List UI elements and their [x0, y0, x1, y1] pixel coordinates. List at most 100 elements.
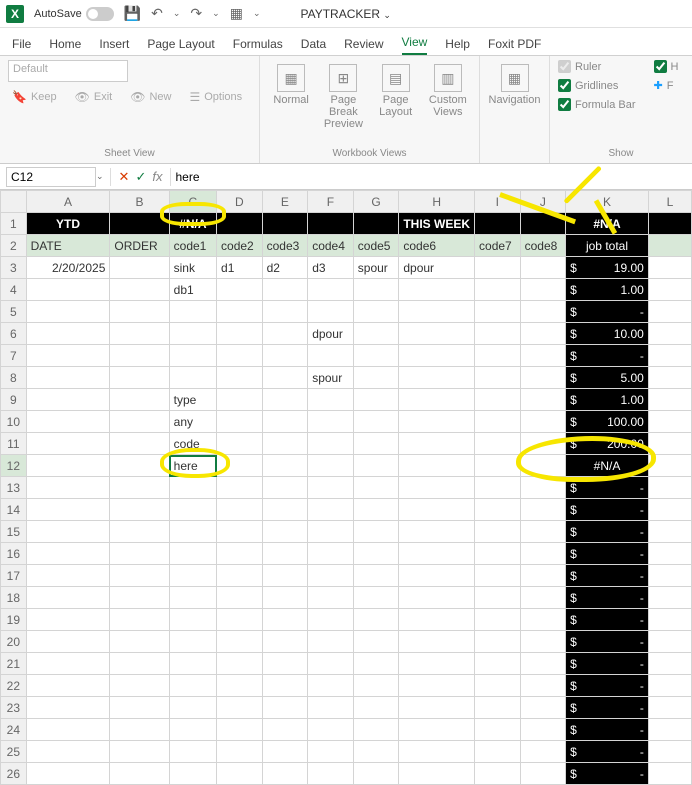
cell-B10[interactable]	[110, 411, 169, 433]
cell-D2[interactable]: code2	[217, 235, 263, 257]
cell-B16[interactable]	[110, 543, 169, 565]
cell-F3[interactable]: d3	[308, 257, 354, 279]
cell-C24[interactable]	[169, 719, 216, 741]
row-header-26[interactable]: 26	[1, 763, 27, 785]
formula-input[interactable]	[171, 167, 692, 187]
options-button[interactable]: ☰Options	[185, 88, 246, 106]
cell-I22[interactable]	[475, 675, 521, 697]
cell-E9[interactable]	[262, 389, 308, 411]
cell-J15[interactable]	[520, 521, 566, 543]
cell-G21[interactable]	[353, 653, 399, 675]
cell-A16[interactable]	[26, 543, 110, 565]
cell-I1[interactable]	[475, 213, 521, 235]
cell-L20[interactable]	[648, 631, 691, 653]
row-header-7[interactable]: 7	[1, 345, 27, 367]
undo-dropdown-icon[interactable]: ⌄	[173, 8, 181, 19]
cell-K7[interactable]: $-	[566, 345, 649, 367]
keep-button[interactable]: 🔖Keep	[8, 88, 61, 106]
cell-E14[interactable]	[262, 499, 308, 521]
col-header-L[interactable]: L	[648, 191, 691, 213]
cell-J13[interactable]	[520, 477, 566, 499]
cell-D16[interactable]	[217, 543, 263, 565]
cell-B20[interactable]	[110, 631, 169, 653]
cell-G15[interactable]	[353, 521, 399, 543]
cell-L19[interactable]	[648, 609, 691, 631]
cell-F26[interactable]	[308, 763, 354, 785]
cell-L5[interactable]	[648, 301, 691, 323]
cell-J3[interactable]	[520, 257, 566, 279]
enter-icon[interactable]: ✓	[135, 169, 146, 185]
cell-F22[interactable]	[308, 675, 354, 697]
cell-K14[interactable]: $-	[566, 499, 649, 521]
cell-D25[interactable]	[217, 741, 263, 763]
cell-G26[interactable]	[353, 763, 399, 785]
tab-insert[interactable]: Insert	[99, 37, 129, 55]
col-header-I[interactable]: I	[475, 191, 521, 213]
cell-C3[interactable]: sink	[169, 257, 216, 279]
cell-J11[interactable]	[520, 433, 566, 455]
cell-J20[interactable]	[520, 631, 566, 653]
cell-B22[interactable]	[110, 675, 169, 697]
cell-K11[interactable]: $200.00	[566, 433, 649, 455]
cell-C11[interactable]: code	[169, 433, 216, 455]
row-header-21[interactable]: 21	[1, 653, 27, 675]
cell-H14[interactable]	[399, 499, 475, 521]
cell-L17[interactable]	[648, 565, 691, 587]
cell-G17[interactable]	[353, 565, 399, 587]
cell-J7[interactable]	[520, 345, 566, 367]
cell-A23[interactable]	[26, 697, 110, 719]
cell-H1[interactable]: THIS WEEK	[399, 213, 475, 235]
cell-F11[interactable]	[308, 433, 354, 455]
cell-C1[interactable]: #N/A	[169, 213, 216, 235]
cell-A8[interactable]	[26, 367, 110, 389]
row-header-1[interactable]: 1	[1, 213, 27, 235]
cell-E6[interactable]	[262, 323, 308, 345]
cell-E12[interactable]	[262, 455, 308, 477]
cell-D6[interactable]	[217, 323, 263, 345]
cell-L12[interactable]	[648, 455, 691, 477]
cell-D17[interactable]	[217, 565, 263, 587]
cell-D4[interactable]	[217, 279, 263, 301]
cell-B19[interactable]	[110, 609, 169, 631]
cell-D15[interactable]	[217, 521, 263, 543]
row-header-24[interactable]: 24	[1, 719, 27, 741]
col-header-B[interactable]: B	[110, 191, 169, 213]
row-header-6[interactable]: 6	[1, 323, 27, 345]
cell-D19[interactable]	[217, 609, 263, 631]
tab-view[interactable]: View	[402, 35, 428, 55]
cell-G22[interactable]	[353, 675, 399, 697]
cell-K18[interactable]: $-	[566, 587, 649, 609]
cell-B23[interactable]	[110, 697, 169, 719]
cell-F10[interactable]	[308, 411, 354, 433]
cell-C14[interactable]	[169, 499, 216, 521]
cell-H10[interactable]	[399, 411, 475, 433]
col-header-J[interactable]: J	[520, 191, 566, 213]
cell-J23[interactable]	[520, 697, 566, 719]
cell-F8[interactable]: spour	[308, 367, 354, 389]
cell-F18[interactable]	[308, 587, 354, 609]
cell-J16[interactable]	[520, 543, 566, 565]
cell-K5[interactable]: $-	[566, 301, 649, 323]
cell-H20[interactable]	[399, 631, 475, 653]
cell-L7[interactable]	[648, 345, 691, 367]
cell-H17[interactable]	[399, 565, 475, 587]
cell-F13[interactable]	[308, 477, 354, 499]
cell-G14[interactable]	[353, 499, 399, 521]
cell-D5[interactable]	[217, 301, 263, 323]
cell-D3[interactable]: d1	[217, 257, 263, 279]
cell-E8[interactable]	[262, 367, 308, 389]
cell-A7[interactable]	[26, 345, 110, 367]
cell-J18[interactable]	[520, 587, 566, 609]
cell-K23[interactable]: $-	[566, 697, 649, 719]
cell-F16[interactable]	[308, 543, 354, 565]
row-header-2[interactable]: 2	[1, 235, 27, 257]
namebox-dropdown-icon[interactable]: ⌄	[96, 171, 110, 182]
page-break-button[interactable]: ⊞Page Break Preview	[320, 60, 366, 130]
cell-G20[interactable]	[353, 631, 399, 653]
cell-I18[interactable]	[475, 587, 521, 609]
cell-D7[interactable]	[217, 345, 263, 367]
cell-L14[interactable]	[648, 499, 691, 521]
row-header-12[interactable]: 12	[1, 455, 27, 477]
row-header-10[interactable]: 10	[1, 411, 27, 433]
tab-foxit-pdf[interactable]: Foxit PDF	[488, 37, 541, 55]
